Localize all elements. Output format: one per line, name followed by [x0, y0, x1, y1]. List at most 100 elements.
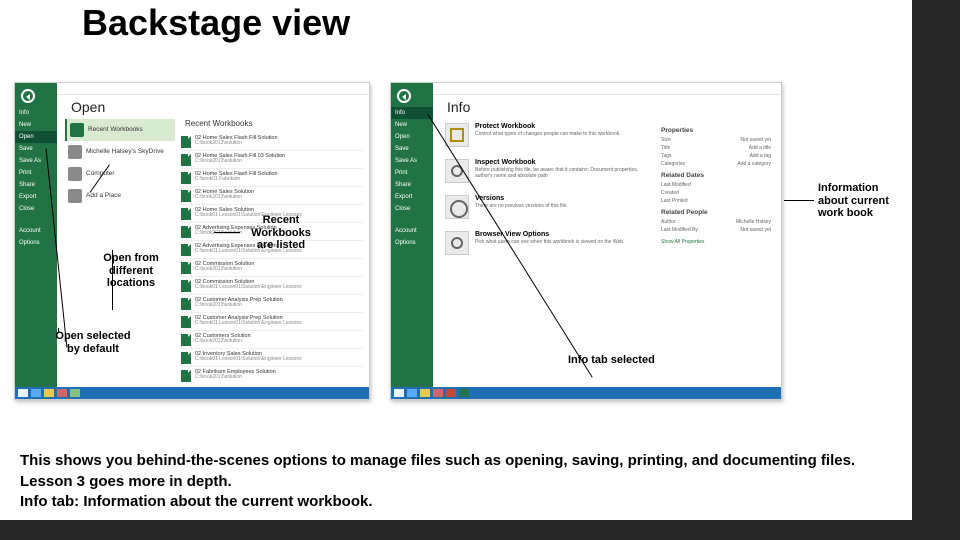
sidebar-item[interactable]: Close: [391, 203, 433, 215]
sidebar-item[interactable]: Print: [15, 167, 57, 179]
back-icon[interactable]: [397, 89, 411, 103]
sidebar-item[interactable]: Open: [391, 131, 433, 143]
open-locations-list: Recent Workbooks Michelle Halsey's SkyDri…: [65, 119, 175, 207]
sidebar-item[interactable]: New: [15, 119, 57, 131]
workbook-icon: [181, 334, 191, 346]
workbook-text: 02 Customer Analysis Prep SolutionC:\boo…: [195, 315, 302, 328]
open-location-item[interactable]: Add a Place: [65, 185, 175, 207]
recent-workbook-item[interactable]: 02 Commission SolutionC:\book2013\soluti…: [181, 259, 363, 277]
callout-line: [214, 232, 240, 233]
location-icon: [68, 189, 82, 203]
location-icon: [68, 145, 82, 159]
slide-caption: This shows you behind-the-scenes options…: [20, 451, 880, 512]
workbook-text: 02 Fabrikam Employees SolutionC:\book201…: [195, 369, 276, 382]
property-row: Last Modified ByNot saved yet: [661, 226, 771, 234]
recent-workbook-item[interactable]: 02 Home Sales Flash Fill SolutionC:\book…: [181, 133, 363, 151]
property-row: TagsAdd a tag: [661, 152, 771, 160]
property-row: Last Modified: [661, 181, 771, 189]
window-titlebar: [57, 83, 369, 95]
sidebar-item[interactable]: Save: [15, 143, 57, 155]
taskbar: [391, 387, 781, 399]
workbook-icon: [181, 154, 191, 166]
recent-workbooks-list: 02 Home Sales Flash Fill SolutionC:\book…: [181, 133, 363, 383]
workbook-icon: [181, 208, 191, 220]
related-people-heading: Related People: [661, 209, 771, 216]
recent-workbook-item[interactable]: 02 Customer Analysis Prep SolutionC:\boo…: [181, 313, 363, 331]
info-block-icon: [445, 123, 469, 147]
workbook-icon: [181, 262, 191, 274]
recent-workbook-item[interactable]: 02 Customers SolutionC:\book2013\solutio…: [181, 331, 363, 349]
recent-workbook-item[interactable]: 02 Home Sales Flash Fill 03 SolutionC:\b…: [181, 151, 363, 169]
sidebar-item: [15, 215, 57, 225]
show-all-properties-link[interactable]: Show All Properties: [661, 238, 771, 246]
open-location-item[interactable]: Michelle Halsey's SkyDrive: [65, 141, 175, 163]
info-sections: Protect WorkbookControl what types of ch…: [445, 123, 645, 267]
properties-heading: Properties: [661, 127, 771, 134]
workbook-text: 02 Commission SolutionC:\book2013\soluti…: [195, 261, 254, 274]
info-block[interactable]: Protect WorkbookControl what types of ch…: [445, 123, 645, 147]
info-block-title: Inspect Workbook: [475, 159, 645, 166]
sidebar-item[interactable]: Info: [391, 107, 433, 119]
sidebar-item[interactable]: New: [391, 119, 433, 131]
info-block-icon: [445, 231, 469, 255]
workbook-text: 02 Customers SolutionC:\book2013\solutio…: [195, 333, 251, 346]
sidebar-item[interactable]: Account: [15, 225, 57, 237]
workbook-icon: [181, 136, 191, 148]
property-row: CategoriesAdd a category: [661, 160, 771, 168]
workbook-icon: [181, 370, 191, 382]
recent-workbook-item[interactable]: 02 Fabrikam Employees SolutionC:\book201…: [181, 367, 363, 383]
workbook-text: 02 Home Sales SolutionC:\book2013\soluti…: [195, 189, 254, 202]
recent-workbook-item[interactable]: 02 Inventory Sales SolutionC:\book01 Les…: [181, 349, 363, 367]
sidebar-item[interactable]: Open: [15, 131, 57, 143]
info-block[interactable]: Browser View OptionsPick what users can …: [445, 231, 645, 255]
workbook-text: 02 Customer Analysis Prep SolutionC:\boo…: [195, 297, 283, 310]
sidebar-item[interactable]: Save: [391, 143, 433, 155]
info-block-title: Browser View Options: [475, 231, 624, 238]
property-row: Last Printed: [661, 197, 771, 205]
open-location-item[interactable]: Recent Workbooks: [65, 119, 175, 141]
sidebar-item[interactable]: Share: [391, 179, 433, 191]
sidebar-item[interactable]: Options: [391, 237, 433, 249]
sidebar-item: [391, 215, 433, 225]
property-row: AuthorMichelle Halsey: [661, 218, 771, 226]
recent-workbook-item[interactable]: 02 Customer Analysis Prep SolutionC:\boo…: [181, 295, 363, 313]
location-label: Michelle Halsey's SkyDrive: [86, 148, 164, 155]
sidebar-item[interactable]: Options: [15, 237, 57, 249]
sidebar-item[interactable]: Save As: [391, 155, 433, 167]
sidebar-item[interactable]: Info: [15, 107, 57, 119]
callout-default: Open selected by default: [48, 330, 138, 355]
recent-workbook-item[interactable]: 02 Home Sales Flash Fill SolutionC:\book…: [181, 169, 363, 187]
workbook-icon: [181, 172, 191, 184]
info-block-desc: Control what types of changes people can…: [475, 131, 621, 137]
slide-right-border: [912, 0, 960, 520]
workbook-text: 02 Home Sales Flash Fill 03 SolutionC:\b…: [195, 153, 285, 166]
sidebar-item[interactable]: Export: [391, 191, 433, 203]
recent-workbook-item[interactable]: 02 Home Sales SolutionC:\book2013\soluti…: [181, 187, 363, 205]
info-heading: Info: [447, 99, 470, 115]
location-label: Add a Place: [86, 192, 121, 199]
location-icon: [68, 167, 82, 181]
back-icon[interactable]: [21, 89, 35, 103]
open-location-item[interactable]: Computer: [65, 163, 175, 185]
window-titlebar: [433, 83, 781, 95]
screenshot-info: InfoNewOpenSaveSave AsPrintShareExportCl…: [390, 82, 782, 400]
callout-line: [58, 328, 59, 332]
info-block[interactable]: Inspect WorkbookBefore publishing this f…: [445, 159, 645, 183]
info-block-desc: Before publishing this file, be aware th…: [475, 167, 645, 179]
open-heading: Open: [71, 99, 105, 115]
workbook-icon: [181, 298, 191, 310]
callout-line: [112, 250, 113, 310]
sidebar-item[interactable]: Print: [391, 167, 433, 179]
recent-workbooks-heading: Recent Workbooks: [185, 119, 252, 128]
info-block[interactable]: VersionsThere are no previous versions o…: [445, 195, 645, 219]
backstage-sidebar: InfoNewOpenSaveSave AsPrintShareExportCl…: [391, 83, 433, 399]
sidebar-item[interactable]: Save As: [15, 155, 57, 167]
workbook-icon: [181, 244, 191, 256]
info-block-desc: Pick what users can see when this workbo…: [475, 239, 624, 245]
recent-workbook-item[interactable]: 02 Commission SolutionC:\book01 Lesson01…: [181, 277, 363, 295]
sidebar-item[interactable]: Account: [391, 225, 433, 237]
property-row: Created: [661, 189, 771, 197]
page-title: Backstage view: [82, 2, 350, 44]
workbook-icon: [181, 352, 191, 364]
callout-line: [784, 200, 814, 201]
